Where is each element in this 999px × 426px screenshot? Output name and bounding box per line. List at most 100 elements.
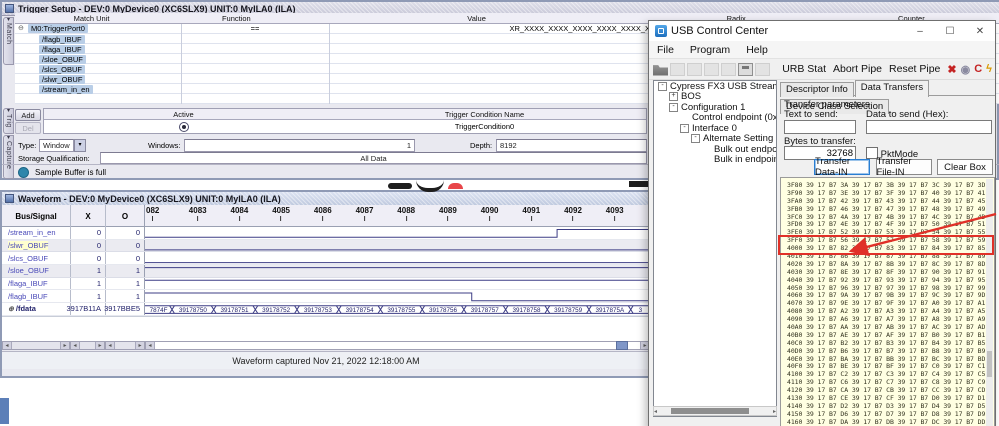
/slcs_OBUF[interactable]: ⊕ /slcs_OBUF 0 0 xyxy=(2,252,650,266)
active-radio-button[interactable] xyxy=(178,121,189,132)
match-signal-name[interactable]: /sloe_OBUF xyxy=(39,54,86,64)
tree-toggle-icon[interactable]: - xyxy=(680,123,689,133)
signal-name[interactable]: /stream_in_en xyxy=(8,228,56,237)
match-signal-name[interactable]: /flagb_IBUF xyxy=(39,34,85,44)
waveform-timeline[interactable]: 082 4083 4084 4085 4086 4087 4088 4089 4… xyxy=(145,205,650,227)
tree-item[interactable]: Bulk out endpoint (0x01 xyxy=(654,144,776,155)
tree-toggle-icon[interactable]: - xyxy=(669,102,678,112)
match-function-value[interactable]: == xyxy=(181,24,329,33)
tree-item[interactable]: + BOS xyxy=(654,91,776,102)
reset-pipe-button[interactable]: Reset Pipe xyxy=(889,63,940,75)
name-column-scrollbar[interactable]: ◂ ▸ xyxy=(2,341,70,350)
menu-item[interactable]: Program xyxy=(682,44,738,56)
tree-item[interactable]: Bulk in endpoint (0x81) xyxy=(654,154,776,165)
match-signal-row[interactable]: /slwr_OBUF xyxy=(15,74,335,84)
usb-titlebar[interactable]: USB Control Center – ☐ ✕ xyxy=(649,21,995,41)
tab[interactable]: Descriptor Info xyxy=(780,82,854,97)
tab[interactable]: Data Transfers xyxy=(854,80,930,97)
abort-x-icon[interactable]: ✖ xyxy=(947,63,956,76)
signal-name[interactable]: /sloe_OBUF xyxy=(8,266,49,275)
transfer-button[interactable]: Transfer Data-IN xyxy=(814,156,870,178)
scroll-right-icon[interactable]: ▸ xyxy=(95,342,104,349)
match-signal-name[interactable]: /stream_in_en xyxy=(39,84,93,94)
signal-name[interactable]: /slwr_OBUF xyxy=(8,241,49,251)
add-trigger-condition-button[interactable]: Add xyxy=(15,109,41,121)
chevron-down-icon[interactable]: ▾ xyxy=(74,139,86,152)
tree-item[interactable]: - Interface 0 xyxy=(654,123,776,134)
tree-item[interactable]: Control endpoint (0x00) xyxy=(654,112,776,123)
scroll-left-icon[interactable]: ◂ xyxy=(146,342,155,349)
column-header-function[interactable]: Function xyxy=(168,14,304,23)
column-header-value[interactable]: Value xyxy=(305,14,649,23)
scroll-right-icon[interactable]: ▸ xyxy=(135,342,144,349)
save-icon[interactable] xyxy=(670,62,685,76)
tree-item[interactable]: - Alternate Setting 0 xyxy=(654,133,776,144)
o-column-scrollbar[interactable]: ◂ ▸ xyxy=(105,341,145,350)
signal-name[interactable]: /slcs_OBUF xyxy=(8,254,48,263)
urb-stat-button[interactable]: URB Stat xyxy=(782,63,826,75)
menu-item[interactable]: Help xyxy=(738,44,776,56)
column-header-match-unit[interactable]: Match Unit xyxy=(15,14,168,23)
waveform-titlebar[interactable]: Waveform - DEV:0 MyDevice0 (XC6SLX9) UNI… xyxy=(2,192,653,206)
scroll-left-icon[interactable]: ◂ xyxy=(106,342,115,349)
match-value[interactable]: XR_XXXX_XXXX_XXXX_XXXX_XXXX_X xyxy=(329,24,651,33)
tree-item[interactable]: - Configuration 1 xyxy=(654,102,776,113)
match-signal-row[interactable]: /flaga_IBUF xyxy=(15,44,335,54)
h-scrollbar-thumb[interactable] xyxy=(616,341,628,350)
match-signal-row[interactable]: /stream_in_en xyxy=(15,84,335,94)
signal-name[interactable]: /fdata xyxy=(16,304,36,313)
text-to-send-input[interactable] xyxy=(784,120,856,134)
scroll-left-icon[interactable]: ◂ xyxy=(3,342,12,349)
trigger-condition-name[interactable]: TriggerCondition0 xyxy=(323,122,646,131)
scroll-left-icon[interactable]: ◂ xyxy=(71,342,80,349)
delete-trigger-condition-button[interactable]: Del xyxy=(15,122,41,134)
depth-input[interactable]: 8192 xyxy=(496,139,647,152)
tree-item[interactable]: - Cypress FX3 USB StreamerExample Devi xyxy=(654,81,776,92)
abort-pipe-button[interactable]: Abort Pipe xyxy=(833,63,882,75)
transfer-button[interactable]: Transfer File-IN xyxy=(875,156,932,178)
match-unit-name[interactable]: M0:TriggerPort0 xyxy=(28,24,88,33)
match-signal-row[interactable]: /sloe_OBUF xyxy=(15,54,335,64)
tree-collapse-icon[interactable]: ⊖ xyxy=(18,24,24,32)
scroll-right-icon[interactable]: ▸ xyxy=(773,408,776,415)
scroll-right-icon[interactable]: ▸ xyxy=(60,342,69,349)
/slwr_OBUF[interactable]: ⊕ /slwr_OBUF 0 0 xyxy=(2,239,650,253)
match-signal-name[interactable]: /slcs_OBUF xyxy=(39,64,86,74)
minimize-button[interactable]: – xyxy=(905,21,935,41)
tree-toggle-icon[interactable]: - xyxy=(691,134,700,144)
side-tab-trig[interactable]: ▾ Trig xyxy=(3,108,14,134)
match-signal-row[interactable]: /slcs_OBUF xyxy=(15,64,335,74)
tree-scrollbar-thumb[interactable] xyxy=(671,408,750,414)
/stream_in_en[interactable]: ⊕ /stream_in_en 0 0 xyxy=(2,227,650,240)
tree-toggle-icon[interactable]: - xyxy=(658,81,667,91)
/flagb_IBUF[interactable]: ⊕ /flagb_IBUF 1 1 xyxy=(2,290,650,304)
side-tab-match[interactable]: ▾ Match xyxy=(3,17,14,65)
maximize-button[interactable]: ☐ xyxy=(935,21,965,41)
printer-icon[interactable] xyxy=(738,62,753,76)
scroll-left-icon[interactable]: ◂ xyxy=(654,408,657,415)
hex-scrollbar-thumb[interactable] xyxy=(987,351,992,377)
signal-name[interactable]: /flagb_IBUF xyxy=(8,292,48,301)
storage-qualification-field[interactable]: All Data xyxy=(100,152,647,164)
undo-icon[interactable] xyxy=(721,62,736,76)
x-column-scrollbar[interactable]: ◂ ▸ xyxy=(70,341,105,350)
/flaga_IBUF[interactable]: ⊕ /flaga_IBUF 1 1 xyxy=(2,277,650,291)
match-signal-name[interactable]: /slwr_OBUF xyxy=(39,74,86,84)
type-dropdown[interactable]: Window ▾ xyxy=(39,139,86,152)
tree-toggle-icon[interactable]: + xyxy=(669,92,678,102)
hex-output-box[interactable]: 3F80 39 17 B7 3A 39 17 B7 3B 39 17 B7 3C… xyxy=(780,177,995,426)
match-signal-name[interactable]: /flaga_IBUF xyxy=(39,44,85,54)
data-to-send-input[interactable] xyxy=(866,120,992,134)
hex-scrollbar[interactable] xyxy=(986,179,993,426)
/sloe_OBUF[interactable]: ⊕ /sloe_OBUF 1 1 xyxy=(2,265,650,278)
expand-bus-icon[interactable]: ⊕ xyxy=(8,305,14,313)
/fdata[interactable]: ⊕ /fdata 3917B11A 3917BBE5 xyxy=(2,303,650,316)
lightning-icon[interactable]: ϟ xyxy=(986,63,992,76)
waveform-h-scrollbar[interactable]: ◂ ▸ xyxy=(145,341,650,350)
tree-h-scrollbar[interactable]: ◂ ▸ xyxy=(653,406,777,416)
windows-input[interactable]: 1 xyxy=(184,139,415,152)
help-icon[interactable] xyxy=(755,62,770,76)
transfer-button[interactable]: Clear Box xyxy=(937,159,993,175)
close-button[interactable]: ✕ xyxy=(965,21,995,41)
signal-name[interactable]: /flaga_IBUF xyxy=(8,279,48,288)
